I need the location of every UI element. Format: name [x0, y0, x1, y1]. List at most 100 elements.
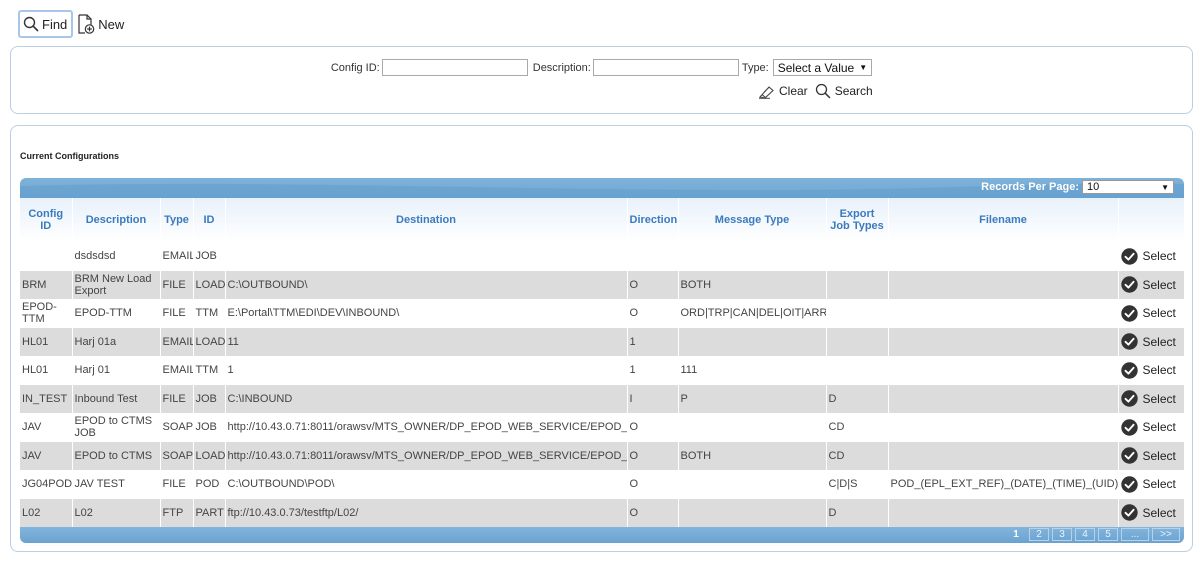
- select-button[interactable]: Select: [1120, 390, 1182, 407]
- description-input[interactable]: [592, 59, 739, 76]
- cell-destination: C:\OUTBOUND\: [225, 270, 628, 299]
- cell-type: FTP: [160, 498, 194, 527]
- cell-message-type: BOTH: [678, 441, 827, 470]
- table-row: L02 L02 FTP PART ftp://10.43.0.73/testft…: [20, 498, 1185, 527]
- cell-id: LOAD: [193, 441, 226, 470]
- cell-action: Select: [1118, 384, 1185, 413]
- col-header-description[interactable]: Description: [72, 198, 161, 242]
- toolbar: Find New: [18, 10, 128, 38]
- dropdown-arrow-icon: ▼: [859, 63, 868, 72]
- table-row: HL01 Harj 01 EMAIL TTM 1 1 111 Select: [20, 356, 1185, 385]
- col-header-config-id[interactable]: Config ID: [20, 198, 73, 242]
- select-label: Select: [1142, 334, 1176, 349]
- page-link-2[interactable]: 2: [1029, 528, 1049, 541]
- col-header-message-type[interactable]: Message Type: [678, 198, 827, 242]
- table-header-row: Config ID Description Type ID Destinatio…: [20, 198, 1185, 242]
- cell-description: EPOD-TTM: [72, 299, 161, 328]
- select-label: Select: [1142, 420, 1176, 435]
- table-row: EPOD-TTM EPOD-TTM FILE TTM E:\Portal\TTM…: [20, 299, 1185, 328]
- cell-id: JOB: [193, 413, 226, 442]
- type-select[interactable]: Select a Value ▼: [772, 59, 873, 76]
- page-link-4[interactable]: 4: [1075, 528, 1095, 541]
- checkmark-circle-icon: [1120, 248, 1138, 265]
- cell-action: Select: [1118, 413, 1185, 442]
- eraser-icon: [758, 85, 774, 99]
- find-button[interactable]: Find: [18, 10, 74, 38]
- config-id-label: Config ID:: [330, 61, 380, 74]
- checkmark-circle-icon: [1120, 447, 1138, 464]
- cell-description: JAV TEST: [72, 470, 161, 499]
- col-header-id[interactable]: ID: [193, 198, 226, 242]
- select-button[interactable]: Select: [1120, 333, 1182, 350]
- table-row: JAV EPOD to CTMS SOAP LOAD http://10.43.…: [20, 441, 1185, 470]
- select-button[interactable]: Select: [1120, 276, 1182, 293]
- col-header-direction[interactable]: Direction: [627, 198, 679, 242]
- cell-id: TTM: [193, 299, 226, 328]
- cell-destination: E:\Portal\TTM\EDI\DEV\INBOUND\: [225, 299, 628, 328]
- page-link-3[interactable]: 3: [1052, 528, 1072, 541]
- col-header-type[interactable]: Type: [160, 198, 194, 242]
- page-link-more[interactable]: ...: [1121, 528, 1149, 541]
- cell-filename: [888, 498, 1119, 527]
- cell-direction: O: [627, 413, 679, 442]
- cell-export-job-types: [826, 270, 889, 299]
- table-row: JAV EPOD to CTMS JOB SOAP JOB http://10.…: [20, 413, 1185, 442]
- checkmark-circle-icon: [1120, 476, 1138, 493]
- cell-description: EPOD to CTMS JOB: [72, 413, 161, 442]
- cell-id: JOB: [193, 242, 226, 271]
- select-button[interactable]: Select: [1120, 362, 1182, 379]
- cell-filename: [888, 356, 1119, 385]
- cell-filename: [888, 270, 1119, 299]
- cell-action: Select: [1118, 356, 1185, 385]
- col-header-export-job-types[interactable]: Export Job Types: [826, 198, 889, 242]
- cell-description: Inbound Test: [72, 384, 161, 413]
- select-button[interactable]: Select: [1120, 248, 1182, 265]
- cell-action: Select: [1118, 327, 1185, 356]
- cell-message-type: [678, 413, 827, 442]
- select-button[interactable]: Select: [1120, 419, 1182, 436]
- config-id-input[interactable]: [381, 59, 528, 76]
- select-button[interactable]: Select: [1120, 447, 1182, 464]
- grid-header-bar: Records Per Page: 10 ▼: [20, 178, 1184, 198]
- cell-export-job-types: D: [826, 384, 889, 413]
- cell-direction: 1: [627, 327, 679, 356]
- select-label: Select: [1142, 477, 1176, 492]
- cell-config-id: [20, 242, 73, 271]
- cell-config-id: HL01: [20, 327, 73, 356]
- cell-type: SOAP: [160, 441, 194, 470]
- cell-export-job-types: [826, 242, 889, 271]
- select-button[interactable]: Select: [1120, 476, 1182, 493]
- cell-direction: O: [627, 299, 679, 328]
- checkmark-circle-icon: [1120, 390, 1138, 407]
- select-label: Select: [1142, 249, 1176, 264]
- cell-direction: O: [627, 270, 679, 299]
- cell-type: SOAP: [160, 413, 194, 442]
- col-header-filename[interactable]: Filename: [888, 198, 1119, 242]
- select-button[interactable]: Select: [1120, 305, 1182, 322]
- new-button[interactable]: New: [73, 10, 128, 38]
- page-link-5[interactable]: 5: [1098, 528, 1118, 541]
- page-link-next[interactable]: >>: [1152, 528, 1180, 541]
- find-label: Find: [42, 16, 68, 32]
- cell-id: PART: [193, 498, 226, 527]
- clear-button[interactable]: Clear: [758, 84, 808, 99]
- cell-destination: [225, 242, 628, 271]
- cell-export-job-types: CD: [826, 413, 889, 442]
- cell-description: Harj 01a: [72, 327, 161, 356]
- search-actions: Clear Search: [758, 83, 880, 99]
- magnifier-icon: [815, 83, 830, 99]
- search-fields-row: Config ID: Description: Type: Select a V…: [11, 59, 1192, 76]
- cell-type: EMAIL: [160, 327, 194, 356]
- col-header-destination[interactable]: Destination: [225, 198, 628, 242]
- cell-direction: O: [627, 498, 679, 527]
- grid-footer-bar: 1 2 3 4 5 ... >>: [20, 527, 1184, 543]
- table-row: IN_TEST Inbound Test FILE JOB C:\INBOUND…: [20, 384, 1185, 413]
- page-link-1[interactable]: 1: [1006, 528, 1026, 541]
- cell-filename: [888, 242, 1119, 271]
- select-label: Select: [1142, 363, 1176, 378]
- table-row: JG04POD JAV TEST FILE POD C:\OUTBOUND\PO…: [20, 470, 1185, 499]
- select-button[interactable]: Select: [1120, 504, 1182, 521]
- records-per-page-select[interactable]: 10 ▼: [1082, 180, 1174, 194]
- cell-message-type: ORD|TRP|CAN|DEL|OIT|ARR: [678, 299, 827, 328]
- search-button[interactable]: Search: [815, 83, 873, 99]
